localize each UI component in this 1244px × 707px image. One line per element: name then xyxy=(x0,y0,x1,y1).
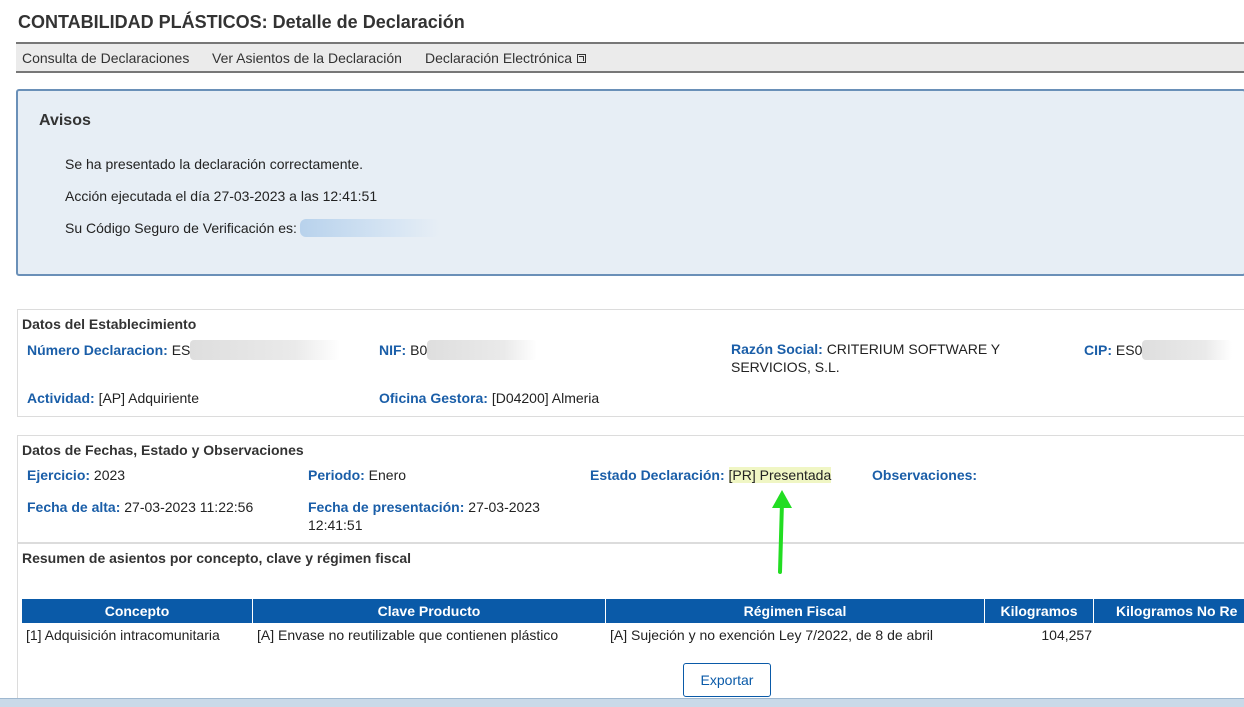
periodo-field: Periodo: Enero xyxy=(308,466,406,484)
notice-timestamp: Acción ejecutada el día 27-03-2023 a las… xyxy=(65,188,378,204)
export-button[interactable]: Exportar xyxy=(683,663,771,697)
numero-declaracion-field: Número Declaracion: ES xyxy=(27,340,341,360)
external-link-icon xyxy=(577,54,587,63)
notice-success-message: Se ha presentado la declaración correcta… xyxy=(65,156,364,172)
horizontal-scrollbar[interactable] xyxy=(0,698,1244,707)
redacted-mask xyxy=(1142,340,1233,360)
nif-field: NIF: B0 xyxy=(379,340,538,360)
nav-declaracion-electronica[interactable]: Declaración Electrónica xyxy=(425,50,587,66)
numero-declaracion-label: Número Declaracion: xyxy=(27,342,168,358)
estado-declaracion-label: Estado Declaración: xyxy=(590,467,725,483)
nif-label: NIF: xyxy=(379,342,407,358)
nav-consulta-declaraciones[interactable]: Consulta de Declaraciones xyxy=(22,50,189,66)
ejercicio-value: 2023 xyxy=(93,467,126,483)
estado-declaracion-value: [PR] Presentada xyxy=(728,467,832,483)
oficina-gestora-field: Oficina Gestora: [D04200] Almeria xyxy=(379,389,599,407)
fecha-presentacion-field: Fecha de presentación: 27-03-2023 12:41:… xyxy=(308,498,568,534)
oficina-gestora-value: [D04200] Almeria xyxy=(491,390,600,406)
cell-kilogramos: 104,257 xyxy=(1041,627,1092,643)
numero-declaracion-value: ES xyxy=(171,342,191,358)
column-header-concepto: Concepto xyxy=(22,599,253,623)
razon-social-field: Razón Social: CRITERIUM SOFTWARE Y SERVI… xyxy=(731,340,1021,376)
estado-declaracion-field: Estado Declaración: [PR] Presentada xyxy=(590,466,832,484)
actividad-field: Actividad: [AP] Adquiriente xyxy=(27,389,199,407)
column-header-kilogramos: Kilogramos xyxy=(985,599,1094,623)
cell-concepto: [1] Adquisición intracomunitaria xyxy=(26,627,220,643)
csv-code-link[interactable] xyxy=(299,219,440,237)
observaciones-field: Observaciones: xyxy=(872,466,977,484)
nav-ver-asientos[interactable]: Ver Asientos de la Declaración xyxy=(212,50,402,66)
observaciones-label: Observaciones: xyxy=(872,467,978,483)
establecimiento-title: Datos del Establecimiento xyxy=(22,316,197,332)
periodo-label: Periodo: xyxy=(308,467,365,483)
oficina-gestora-label: Oficina Gestora: xyxy=(379,390,488,406)
fecha-alta-field: Fecha de alta: 27-03-2023 11:22:56 xyxy=(27,498,253,516)
resumen-title: Resumen de asientos por concepto, clave … xyxy=(22,550,412,566)
ejercicio-label: Ejercicio: xyxy=(27,467,91,483)
cip-label: CIP: xyxy=(1084,342,1112,358)
fechas-title: Datos de Fechas, Estado y Observaciones xyxy=(22,442,304,458)
cip-field: CIP: ES0 xyxy=(1084,340,1233,360)
fechas-section: Datos de Fechas, Estado y Observaciones … xyxy=(17,435,1244,543)
column-header-regimen-fiscal: Régimen Fiscal xyxy=(606,599,985,623)
column-header-clave-producto: Clave Producto xyxy=(253,599,606,623)
cell-regimen-fiscal: [A] Sujeción y no exención Ley 7/2022, d… xyxy=(610,627,933,643)
green-arrow-annotation xyxy=(772,490,792,574)
notice-title: Avisos xyxy=(39,112,91,129)
ejercicio-field: Ejercicio: 2023 xyxy=(27,466,125,484)
nif-value: B0 xyxy=(410,342,428,358)
redacted-mask xyxy=(190,340,341,360)
fecha-alta-value: 27-03-2023 11:22:56 xyxy=(124,499,254,515)
notice-csv-label: Su Código Seguro de Verificación es: xyxy=(65,220,297,236)
establecimiento-section: Datos del Establecimiento Número Declara… xyxy=(17,309,1244,417)
razon-social-label: Razón Social: xyxy=(731,341,823,357)
actividad-value: [AP] Adquiriente xyxy=(98,390,199,406)
fecha-alta-label: Fecha de alta: xyxy=(27,499,121,515)
column-header-kilogramos-no-reutilizables: Kilogramos No Re xyxy=(1116,603,1238,619)
notice-panel: Avisos Se ha presentado la declaración c… xyxy=(16,89,1244,276)
nav-bar: Consulta de Declaraciones Ver Asientos d… xyxy=(16,42,1244,73)
notice-csv-line: Su Código Seguro de Verificación es: xyxy=(65,219,440,237)
fecha-presentacion-label: Fecha de presentación: xyxy=(308,499,465,515)
actividad-label: Actividad: xyxy=(27,390,95,406)
page-title: CONTABILIDAD PLÁSTICOS: Detalle de Decla… xyxy=(18,12,465,32)
table-header: Concepto Clave Producto Régimen Fiscal K… xyxy=(22,599,1244,623)
nav-declaracion-electronica-label: Declaración Electrónica xyxy=(425,50,573,66)
periodo-value: Enero xyxy=(368,467,407,483)
redacted-mask xyxy=(427,340,538,360)
cell-clave-producto: [A] Envase no reutilizable que contienen… xyxy=(257,627,559,643)
cip-value: ES0 xyxy=(1115,342,1143,358)
